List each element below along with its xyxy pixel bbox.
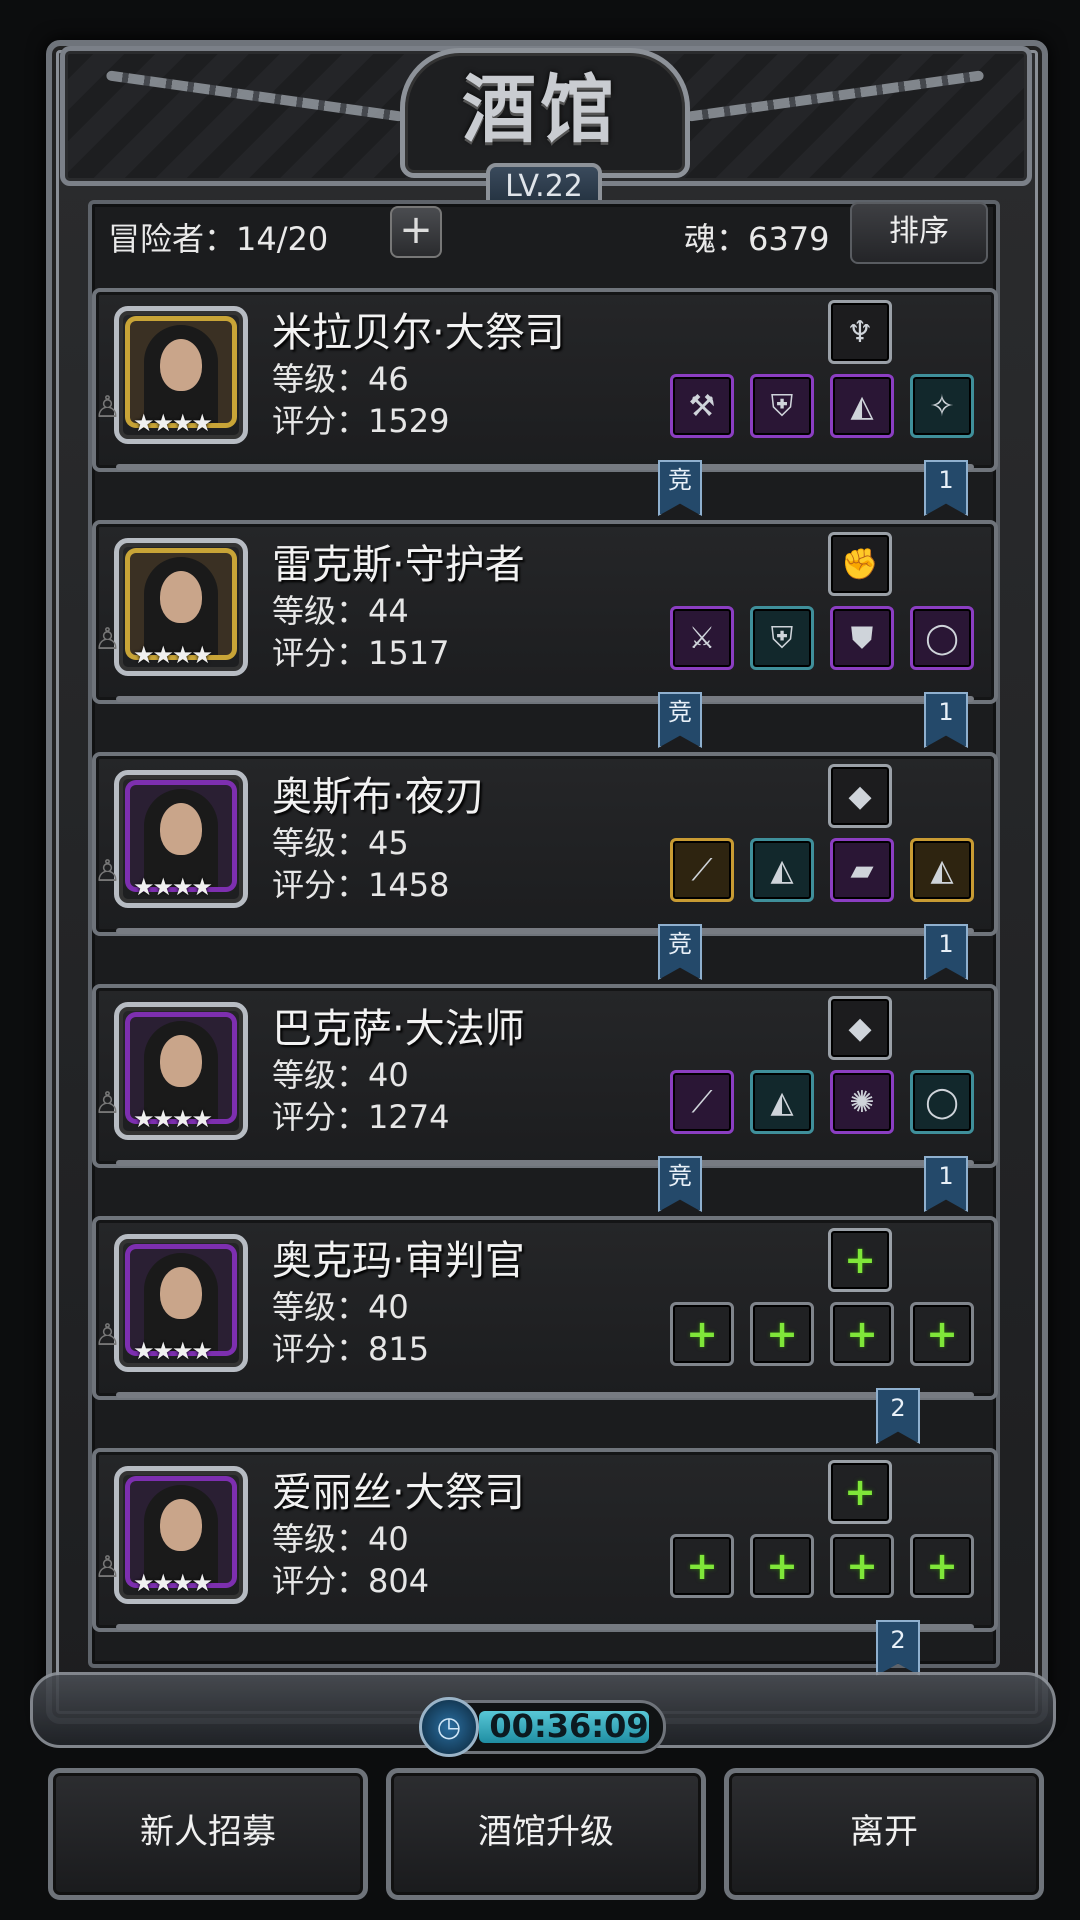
timer-text: 00:36:09 xyxy=(489,1707,649,1745)
hero-portrait[interactable]: ★★★★ xyxy=(114,538,248,676)
hero-level: 等级：40 xyxy=(272,1056,409,1094)
hero-card[interactable]: ★★★★ ♙ 雷克斯·守护者 等级：44 评分：1517 ✊ ⚔ ⛨ ⛊ ◯ 竞 1 xyxy=(92,520,998,748)
add-slot-icon[interactable]: + xyxy=(828,1228,892,1292)
hero-name: 雷克斯·守护者 xyxy=(272,542,525,588)
sword-icon[interactable]: ⚔ xyxy=(670,606,734,670)
add-weapon-icon[interactable]: + xyxy=(670,1534,734,1598)
crystal-icon[interactable]: ◆ xyxy=(828,996,892,1060)
add-slot-icon[interactable]: + xyxy=(910,1534,974,1598)
hero-name: 爱丽丝·大祭司 xyxy=(272,1470,525,1516)
walker-icon: ♙ xyxy=(94,854,121,889)
upgrade-tavern-button[interactable]: 酒馆升级 xyxy=(386,1768,706,1900)
star-rating: ★★★★ xyxy=(133,1105,213,1133)
hero-face xyxy=(130,321,232,423)
recruit-button[interactable]: 新人招募 xyxy=(48,1768,368,1900)
hero-face xyxy=(130,1481,232,1583)
bracer-icon[interactable]: ▰ xyxy=(830,838,894,902)
card-divider xyxy=(116,696,974,702)
hero-score: 评分：1517 xyxy=(272,634,450,672)
card-divider xyxy=(116,1160,974,1166)
walker-icon: ♙ xyxy=(94,622,121,657)
hero-score: 评分：815 xyxy=(272,1330,430,1368)
top-bar: 冒险者：14/20 + 魂：6379 排序 xyxy=(108,202,988,264)
sort-button[interactable]: 排序 xyxy=(850,202,988,264)
shoulder-icon[interactable]: ⛊ xyxy=(830,606,894,670)
card-divider xyxy=(116,1392,974,1398)
soul-count: 魂：6379 xyxy=(684,220,830,258)
add-adventurer-button[interactable]: + xyxy=(390,206,442,258)
hero-score: 评分：1274 xyxy=(272,1098,450,1136)
hero-name: 米拉贝尔·大祭司 xyxy=(272,310,565,356)
hero-portrait[interactable]: ★★★★ xyxy=(114,1234,248,1372)
hero-level: 等级：40 xyxy=(272,1520,409,1558)
card-divider xyxy=(116,464,974,470)
star-rating: ★★★★ xyxy=(133,1337,213,1365)
crystal-icon[interactable]: ◆ xyxy=(828,764,892,828)
chain-decoration xyxy=(105,70,405,122)
hero-name: 奥斯布·夜刃 xyxy=(272,774,485,820)
hero-score: 评分：804 xyxy=(272,1562,430,1600)
adventurer-count: 冒险者：14/20 xyxy=(108,220,329,258)
star-rating: ★★★★ xyxy=(133,873,213,901)
hero-score: 评分：1458 xyxy=(272,866,450,904)
gauntlet-icon[interactable]: ✊ xyxy=(828,532,892,596)
card-divider xyxy=(116,928,974,934)
hero-name: 巴克萨·大法师 xyxy=(272,1006,525,1052)
leave-button[interactable]: 离开 xyxy=(724,1768,1044,1900)
hero-level: 等级：44 xyxy=(272,592,409,630)
cloak-icon[interactable]: ◭ xyxy=(830,374,894,438)
hero-face xyxy=(130,1249,232,1351)
hero-portrait[interactable]: ★★★★ xyxy=(114,1002,248,1140)
hero-portrait[interactable]: ★★★★ xyxy=(114,306,248,444)
add-weapon-icon[interactable]: + xyxy=(670,1302,734,1366)
blade-icon[interactable]: ⟋ xyxy=(670,838,734,902)
star-rating: ★★★★ xyxy=(133,409,213,437)
hero-level: 等级：46 xyxy=(272,360,409,398)
hero-card[interactable]: ★★★★ ♙ 奥克玛·审判官 等级：40 评分：815 + + + + + 2 xyxy=(92,1216,998,1444)
add-slot-icon[interactable]: + xyxy=(830,1534,894,1598)
robe-icon[interactable]: ◭ xyxy=(910,838,974,902)
hero-level: 等级：40 xyxy=(272,1288,409,1326)
star-rating: ★★★★ xyxy=(133,1569,213,1597)
cloak-icon[interactable]: ◭ xyxy=(750,1070,814,1134)
add-slot-icon[interactable]: + xyxy=(910,1302,974,1366)
walker-icon: ♙ xyxy=(94,390,121,425)
hero-face xyxy=(130,1017,232,1119)
card-divider xyxy=(116,1624,974,1630)
ring-icon[interactable]: ◯ xyxy=(910,606,974,670)
hero-portrait[interactable]: ★★★★ xyxy=(114,1466,248,1604)
walker-icon: ♙ xyxy=(94,1086,121,1121)
staff-icon[interactable]: ⟋ xyxy=(670,1070,734,1134)
hero-card[interactable]: ★★★★ ♙ 米拉贝尔·大祭司 等级：46 评分：1529 ♆ ⚒ ⛨ ◭ ✧ 竞 1 xyxy=(92,288,998,516)
add-slot-icon[interactable]: + xyxy=(830,1302,894,1366)
page-title: 酒馆 xyxy=(462,67,618,153)
armor-icon[interactable]: ⛨ xyxy=(750,606,814,670)
walker-icon: ♙ xyxy=(94,1318,121,1353)
hero-score: 评分：1529 xyxy=(272,402,450,440)
hero-face xyxy=(130,785,232,887)
hero-card[interactable]: ★★★★ ♙ 爱丽丝·大祭司 等级：40 评分：804 + + + + + 2 xyxy=(92,1448,998,1676)
walker-icon: ♙ xyxy=(94,1550,121,1585)
hero-portrait[interactable]: ★★★★ xyxy=(114,770,248,908)
ring-icon[interactable]: ◯ xyxy=(910,1070,974,1134)
timer: 00:36:09 ◷ xyxy=(419,1697,666,1757)
armor-icon[interactable]: ⛨ xyxy=(750,374,814,438)
hero-card[interactable]: ★★★★ ♙ 巴克萨·大法师 等级：40 评分：1274 ◆ ⟋ ◭ ✺ ◯ 竞 1 xyxy=(92,984,998,1212)
charm-icon[interactable]: ✧ xyxy=(910,374,974,438)
add-slot-icon[interactable]: + xyxy=(828,1460,892,1524)
amulet-icon[interactable]: ✺ xyxy=(830,1070,894,1134)
add-armor-icon[interactable]: + xyxy=(750,1302,814,1366)
plus-icon: + xyxy=(399,207,433,253)
hero-name: 奥克玛·审判官 xyxy=(272,1238,525,1284)
star-rating: ★★★★ xyxy=(133,641,213,669)
hero-face xyxy=(130,553,232,655)
cloak-icon[interactable]: ◭ xyxy=(750,838,814,902)
hero-level: 等级：45 xyxy=(272,824,409,862)
add-armor-icon[interactable]: + xyxy=(750,1534,814,1598)
hammer-icon[interactable]: ⚒ xyxy=(670,374,734,438)
clock-icon: ◷ xyxy=(419,1697,479,1757)
chain-decoration xyxy=(685,70,985,122)
necklace-icon[interactable]: ♆ xyxy=(828,300,892,364)
hero-card[interactable]: ★★★★ ♙ 奥斯布·夜刃 等级：45 评分：1458 ◆ ⟋ ◭ ▰ ◭ 竞 1 xyxy=(92,752,998,980)
